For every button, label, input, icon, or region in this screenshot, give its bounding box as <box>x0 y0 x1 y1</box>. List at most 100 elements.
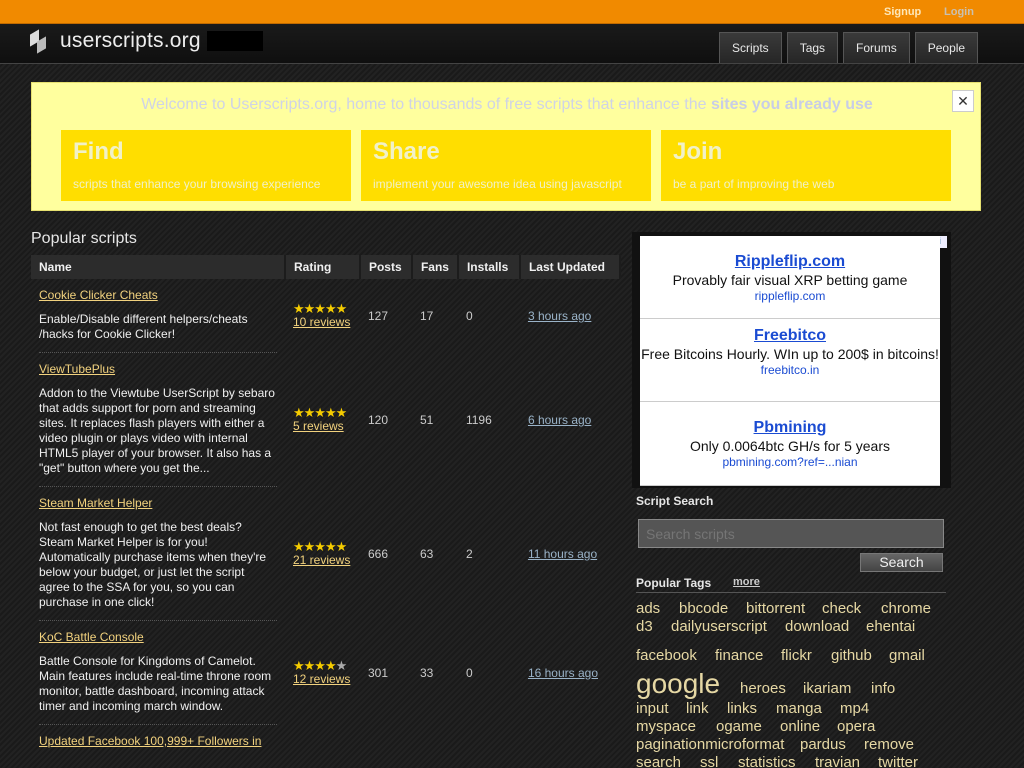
tag-link[interactable]: finance <box>715 647 763 664</box>
ad-text: Only 0.0064btc GH/s for 5 years <box>690 438 890 454</box>
nav-scripts[interactable]: Scripts <box>719 32 782 63</box>
tag-link[interactable]: gmail <box>889 647 925 664</box>
ad-title[interactable]: Freebitco <box>640 327 940 345</box>
last-updated-link[interactable]: 11 hours ago <box>528 547 597 561</box>
tag-link[interactable]: ogame <box>716 718 762 735</box>
tag-link[interactable]: remove <box>864 736 914 753</box>
tag-link[interactable]: link <box>686 700 709 717</box>
tag-link[interactable]: dailyuserscript <box>671 618 767 635</box>
tag-link[interactable]: chrome <box>881 600 931 617</box>
table-row: Cookie Clicker Cheats Enable/Disable dif… <box>31 279 620 353</box>
tag-link[interactable]: twitter <box>878 754 918 768</box>
tag-link[interactable]: facebook <box>636 647 697 664</box>
reviews-link[interactable]: 21 reviews <box>293 553 350 567</box>
ad-url[interactable]: pbmining.com?ref=...nian <box>640 455 940 469</box>
tag-link[interactable]: ikariam <box>803 680 851 697</box>
tag-link[interactable]: d3 <box>636 618 653 635</box>
brand-name: userscripts.org <box>60 29 201 52</box>
script-name-link[interactable]: Updated Facebook 100,999+ Followers in <box>39 734 261 748</box>
script-description: Addon to the Viewtube UserScript by seba… <box>39 386 275 475</box>
ad-url[interactable]: freebitco.in <box>640 363 940 377</box>
script-name-link[interactable]: Cookie Clicker Cheats <box>39 288 158 302</box>
col-rating[interactable]: Rating <box>284 255 361 279</box>
col-name[interactable]: Name <box>31 255 286 279</box>
join-box[interactable]: Join be a part of improving the web <box>661 130 951 201</box>
tag-link[interactable]: links <box>727 700 757 717</box>
tag-link[interactable]: input <box>636 700 669 717</box>
tag-link[interactable]: opera <box>837 718 875 735</box>
search-button[interactable]: Search <box>860 553 943 572</box>
tag-link[interactable]: ads <box>636 600 660 617</box>
fans-count <box>412 725 458 768</box>
ad-title[interactable]: Rippleflip.com <box>640 253 940 271</box>
ad-item[interactable]: Freebitco Free Bitcoins Hourly. WIn up t… <box>640 319 940 402</box>
last-updated-link[interactable]: 3 hours ago <box>528 309 591 323</box>
share-box[interactable]: Share implement your awesome idea using … <box>361 130 651 201</box>
script-description: Enable/Disable different helpers/cheats … <box>39 312 248 341</box>
tag-link[interactable]: download <box>785 618 849 635</box>
ad-text: Free Bitcoins Hourly. WIn up to 200$ in … <box>641 346 939 362</box>
find-desc: scripts that enhance your browsing exper… <box>73 177 321 191</box>
more-tags-link[interactable]: more <box>733 576 760 588</box>
installs-count: 0 <box>465 309 473 323</box>
installs-count: 1196 <box>465 413 492 427</box>
ad-item[interactable]: Pbmining Only 0.0064btc GH/s for 5 years… <box>640 402 940 486</box>
share-desc: implement your awesome idea using javasc… <box>373 177 622 191</box>
find-box[interactable]: Find scripts that enhance your browsing … <box>61 130 351 201</box>
last-updated-link[interactable]: 16 hours ago <box>528 666 598 680</box>
tag-link[interactable]: pardus <box>800 736 846 753</box>
tag-link[interactable]: bbcode <box>679 600 728 617</box>
nav-tags[interactable]: Tags <box>786 32 839 63</box>
posts-count: 127 <box>367 309 388 323</box>
last-updated-link[interactable]: 6 hours ago <box>528 413 591 427</box>
main-nav: Scripts Tags Forums People <box>719 32 983 63</box>
tag-link[interactable]: info <box>871 680 895 697</box>
tag-link[interactable]: online <box>780 718 820 735</box>
divider <box>636 592 946 593</box>
tag-link[interactable]: myspace <box>636 718 696 735</box>
tag-link[interactable]: ehentai <box>866 618 915 635</box>
site-logo[interactable]: userscripts.org <box>30 29 263 54</box>
tag-link[interactable]: travian <box>815 754 860 768</box>
nav-people[interactable]: People <box>914 32 979 63</box>
nav-forums[interactable]: Forums <box>843 32 910 63</box>
col-last-updated[interactable]: Last Updated <box>519 255 622 279</box>
script-name-link[interactable]: KoC Battle Console <box>39 630 144 644</box>
tag-link[interactable]: paginationmicroformat <box>636 736 784 753</box>
tag-link[interactable]: search <box>636 754 681 768</box>
share-title: Share <box>373 138 440 165</box>
col-posts[interactable]: Posts <box>359 255 413 279</box>
close-button[interactable]: ✕ <box>952 90 974 112</box>
join-desc: be a part of improving the web <box>673 177 835 191</box>
ad-url[interactable]: rippleflip.com <box>640 289 940 303</box>
tag-link[interactable]: check <box>822 600 861 617</box>
tag-link[interactable]: bittorrent <box>746 600 805 617</box>
join-title: Join <box>673 138 723 165</box>
reviews-link[interactable]: 5 reviews <box>293 419 344 433</box>
reviews-link[interactable]: 12 reviews <box>293 672 350 686</box>
tag-link[interactable]: statistics <box>738 754 796 768</box>
reviews-link[interactable]: 10 reviews <box>293 315 350 329</box>
ad-item[interactable]: Rippleflip.com Provably fair visual XRP … <box>640 236 940 319</box>
top-bar: Signup Login <box>0 0 1024 24</box>
script-name-link[interactable]: Steam Market Helper <box>39 496 152 510</box>
popular-scripts-title: Popular scripts <box>31 230 137 247</box>
ad-title[interactable]: Pbmining <box>640 419 940 437</box>
tag-link[interactable]: github <box>831 647 872 664</box>
welcome-message: Welcome to Userscripts.org, home to thou… <box>141 96 873 113</box>
tag-link[interactable]: ssl <box>700 754 718 768</box>
signup-link[interactable]: Signup <box>884 6 921 18</box>
script-name-link[interactable]: ViewTubePlus <box>39 362 115 376</box>
col-installs[interactable]: Installs <box>457 255 521 279</box>
search-input[interactable] <box>638 519 944 548</box>
tag-link[interactable]: manga <box>776 700 822 717</box>
tag-link[interactable]: flickr <box>781 647 812 664</box>
col-fans[interactable]: Fans <box>411 255 459 279</box>
login-link[interactable]: Login <box>944 6 974 18</box>
tag-link[interactable]: google <box>636 668 720 700</box>
tag-link[interactable]: mp4 <box>840 700 869 717</box>
rating-stars-icon: ★★★★★ <box>292 405 347 420</box>
rating-stars-icon: ★★★★★ <box>292 539 347 554</box>
table-row: KoC Battle Console Battle Console for Ki… <box>31 621 620 725</box>
tag-link[interactable]: heroes <box>740 680 786 697</box>
